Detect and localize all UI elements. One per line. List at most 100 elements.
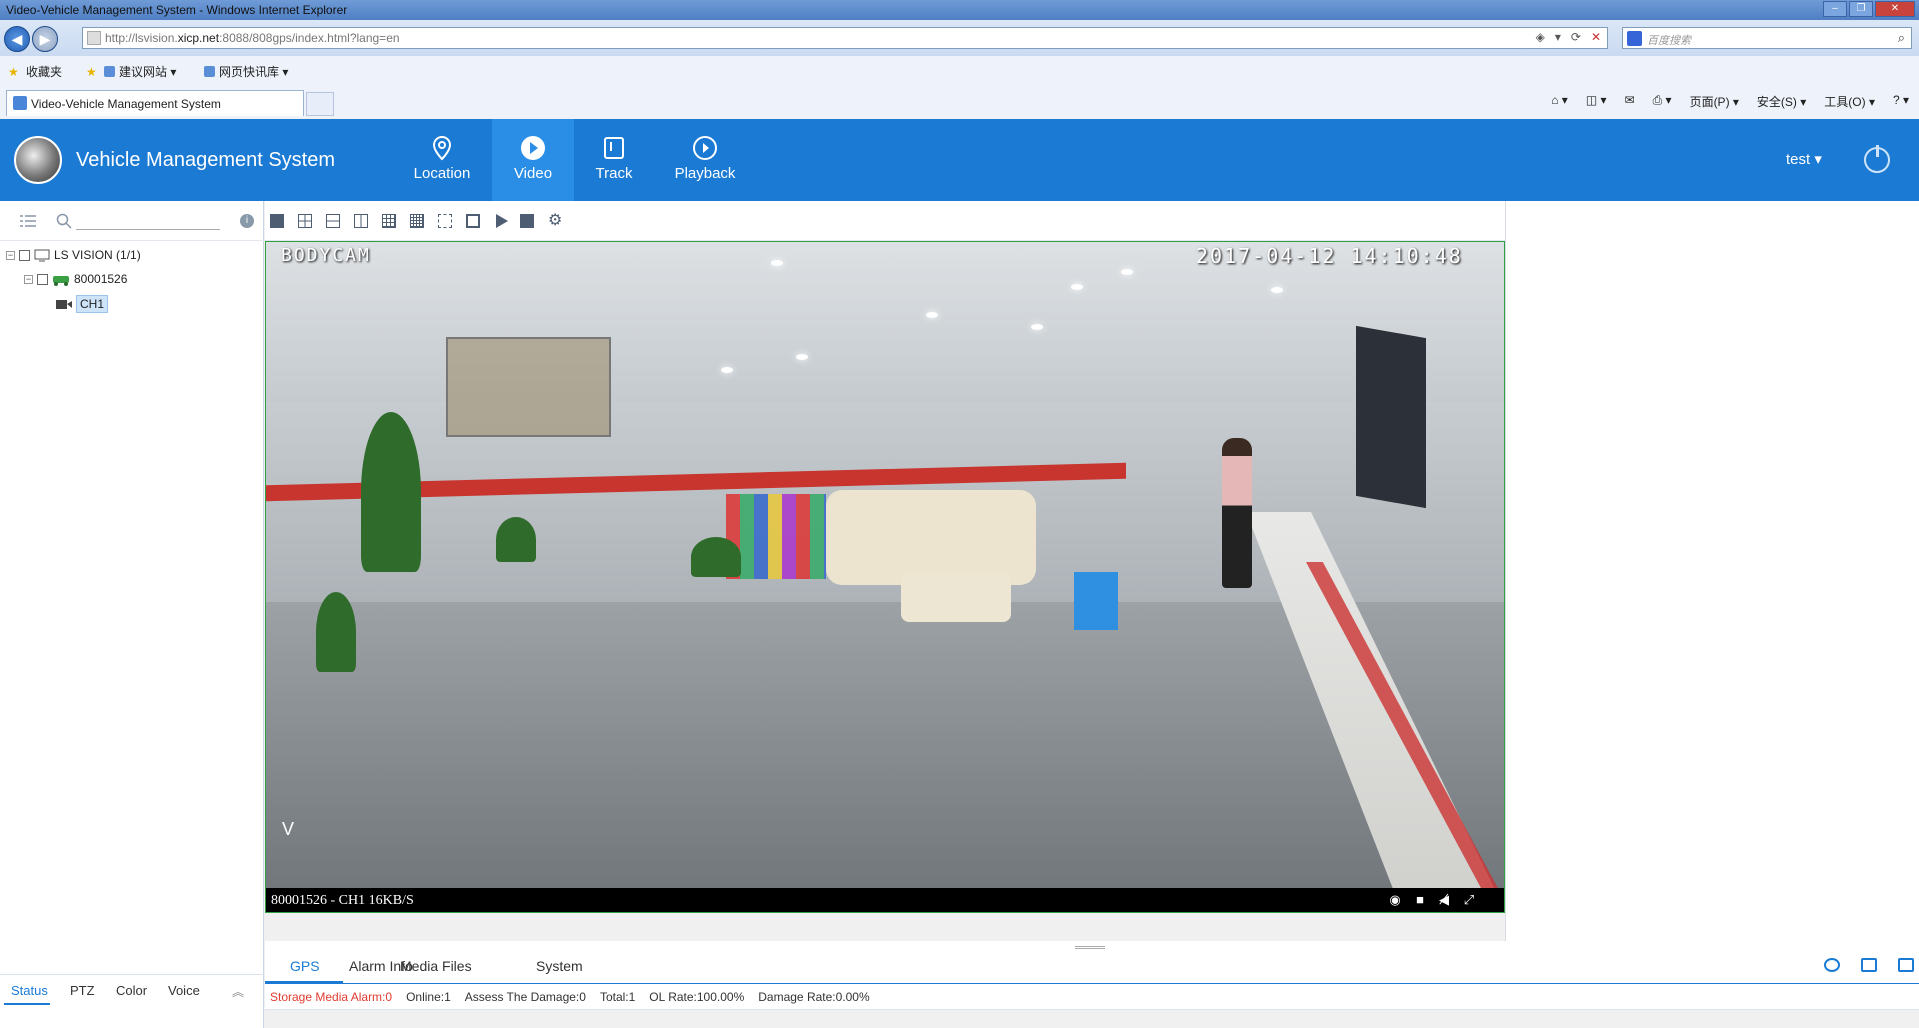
search-input[interactable]: 百度搜索 ⌕ — [1622, 27, 1912, 49]
new-tab-button[interactable] — [306, 92, 334, 116]
audio-muted-icon[interactable]: ◀̸ — [1437, 893, 1451, 907]
layout-1-icon[interactable] — [270, 214, 284, 228]
info-icon[interactable]: i — [240, 214, 254, 228]
minimize-button[interactable]: – — [1823, 1, 1847, 17]
url-dropdown-icon[interactable]: ▾ — [1555, 30, 1561, 44]
video-window[interactable]: BODYCAM 2017-04-12 14:10:48 V 80001526 -… — [265, 241, 1505, 913]
layout-9-icon[interactable] — [382, 214, 396, 228]
tab-status[interactable]: Status — [11, 983, 48, 998]
home-icon[interactable]: ⌂ ▾ — [1551, 93, 1568, 110]
close-window-button[interactable]: ✕ — [1875, 1, 1915, 17]
fav-link-suggested[interactable]: ★ 建议网站 ▾ — [86, 63, 176, 80]
nav-playback[interactable]: Playback — [664, 119, 746, 201]
tools-menu[interactable]: 工具(O) ▾ — [1824, 93, 1875, 110]
resize-handle[interactable] — [1075, 946, 1105, 949]
tab-ptz[interactable]: PTZ — [70, 983, 95, 998]
video-scene-ottoman — [901, 572, 1011, 622]
device-panel: i − LS VISION (1/1) − 80001526 CH1 Statu… — [0, 201, 264, 1028]
fav-link-webslice[interactable]: 网页快讯库 ▾ — [204, 63, 288, 80]
layout-8-icon[interactable] — [354, 214, 368, 228]
video-scene-person — [1222, 438, 1252, 588]
baidu-logo-icon — [1627, 31, 1642, 46]
print-icon[interactable]: ⎙ ▾ — [1653, 93, 1672, 110]
tab-color[interactable]: Color — [116, 983, 147, 998]
nav-track[interactable]: Track — [573, 119, 655, 201]
window-controls: – ❐ ✕ — [1823, 1, 1915, 17]
video-scene-tv — [1356, 325, 1426, 509]
maximize-video-icon[interactable]: ⤢ — [1462, 893, 1476, 907]
snapshot-camera-icon[interactable]: ◉ — [1388, 893, 1402, 907]
tree-device-label: 80001526 — [74, 272, 128, 286]
damage-rate: Damage Rate:0.00% — [758, 990, 870, 1004]
url-field[interactable]: http://lsvision.xicp.net:8088/808gps/ind… — [82, 27, 1608, 49]
power-logout-icon[interactable] — [1864, 145, 1890, 173]
tab-gps[interactable]: GPS — [290, 958, 320, 974]
tree-device-row[interactable]: − 80001526 — [24, 272, 127, 286]
tab-media-files[interactable]: Media Files — [400, 958, 472, 974]
settings-gear-icon[interactable]: ⚙ — [548, 210, 562, 229]
video-scene-plant — [361, 412, 421, 572]
address-bar: ◀ ▶ http://lsvision.xicp.net:8088/808gps… — [0, 20, 1919, 56]
mail-icon[interactable]: ✉ — [1625, 93, 1635, 110]
feeds-icon[interactable]: ◫ ▾ — [1586, 93, 1607, 110]
layout-16-icon[interactable] — [410, 214, 424, 228]
browser-tab[interactable]: Video-Vehicle Management System — [6, 90, 304, 116]
tree-channel-label: CH1 — [76, 295, 109, 313]
device-search-input[interactable] — [76, 229, 220, 230]
tab-voice[interactable]: Voice — [168, 983, 200, 998]
restore-panel-icon[interactable] — [1861, 958, 1877, 972]
favorites-label: 收藏夹 — [26, 65, 63, 79]
search-icon[interactable]: ⌕ — [1898, 30, 1905, 46]
star-icon: ★ — [8, 64, 19, 79]
list-icon[interactable] — [20, 215, 36, 227]
forward-button[interactable]: ▶ — [32, 26, 58, 52]
window-titlebar: Video-Vehicle Management System - Window… — [0, 0, 1919, 20]
ceiling-light — [721, 367, 733, 373]
stop-video-icon[interactable]: ■ — [1413, 893, 1427, 907]
favorites-button[interactable]: ★ 收藏夹 — [8, 63, 62, 80]
add-favorite-icon: ★ — [86, 64, 97, 79]
maximize-panel-icon[interactable] — [1898, 958, 1914, 972]
ceiling-light — [796, 354, 808, 360]
compat-shield-icon[interactable]: ◈ — [1536, 30, 1545, 44]
tree-device-checkbox[interactable] — [37, 273, 48, 285]
nav-location[interactable]: Location — [401, 119, 483, 201]
close-all-icon[interactable] — [520, 214, 534, 228]
locate-icon[interactable] — [1824, 958, 1840, 972]
search-icon[interactable] — [56, 213, 72, 229]
stop-all-icon[interactable] — [466, 214, 480, 228]
fav-link-label: 建议网站 ▾ — [119, 65, 177, 79]
help-menu[interactable]: ? ▾ — [1893, 93, 1909, 110]
page-menu[interactable]: 页面(P) ▾ — [1690, 93, 1739, 110]
tree-root-label: LS VISION (1/1) — [54, 248, 141, 262]
fullscreen-icon[interactable] — [438, 214, 452, 228]
app-header: Vehicle Management System Location Video… — [0, 119, 1919, 201]
safety-menu[interactable]: 安全(S) ▾ — [1757, 93, 1806, 110]
collapse-icon[interactable]: − — [24, 274, 33, 284]
tree-root-row[interactable]: − LS VISION (1/1) — [6, 248, 141, 262]
screen: Video-Vehicle Management System - Window… — [0, 0, 1919, 1028]
play-all-icon[interactable] — [496, 214, 508, 228]
expand-up-icon[interactable]: ︽ — [232, 983, 244, 1000]
tab-system[interactable]: System — [536, 958, 583, 974]
tree-root-checkbox[interactable] — [19, 249, 30, 261]
stop-icon[interactable]: ✕ — [1591, 30, 1601, 44]
nav-track-label: Track — [595, 165, 633, 182]
layout-6-icon[interactable] — [326, 214, 340, 228]
video-scene-plant — [691, 537, 741, 577]
collapse-icon[interactable]: − — [6, 250, 15, 260]
refresh-icon[interactable]: ⟳ — [1571, 30, 1581, 44]
right-panel — [1505, 201, 1919, 941]
tree-channel-row[interactable]: CH1 — [56, 295, 109, 313]
video-scene-frame — [446, 337, 611, 437]
playback-icon — [693, 136, 717, 160]
restore-button[interactable]: ❐ — [1849, 1, 1873, 17]
user-menu[interactable]: test ▾ — [1786, 150, 1822, 168]
back-button[interactable]: ◀ — [4, 26, 30, 52]
layout-4-icon[interactable] — [298, 214, 312, 228]
url-tools: ◈ ▾ ⟳ ✕ — [1536, 30, 1601, 44]
storage-alarm-count: Storage Media Alarm:0 — [270, 990, 393, 1004]
nav-video[interactable]: Video — [492, 119, 574, 201]
ceiling-light — [771, 260, 783, 266]
video-channel-info: 80001526 - CH1 16KB/S — [271, 893, 414, 908]
